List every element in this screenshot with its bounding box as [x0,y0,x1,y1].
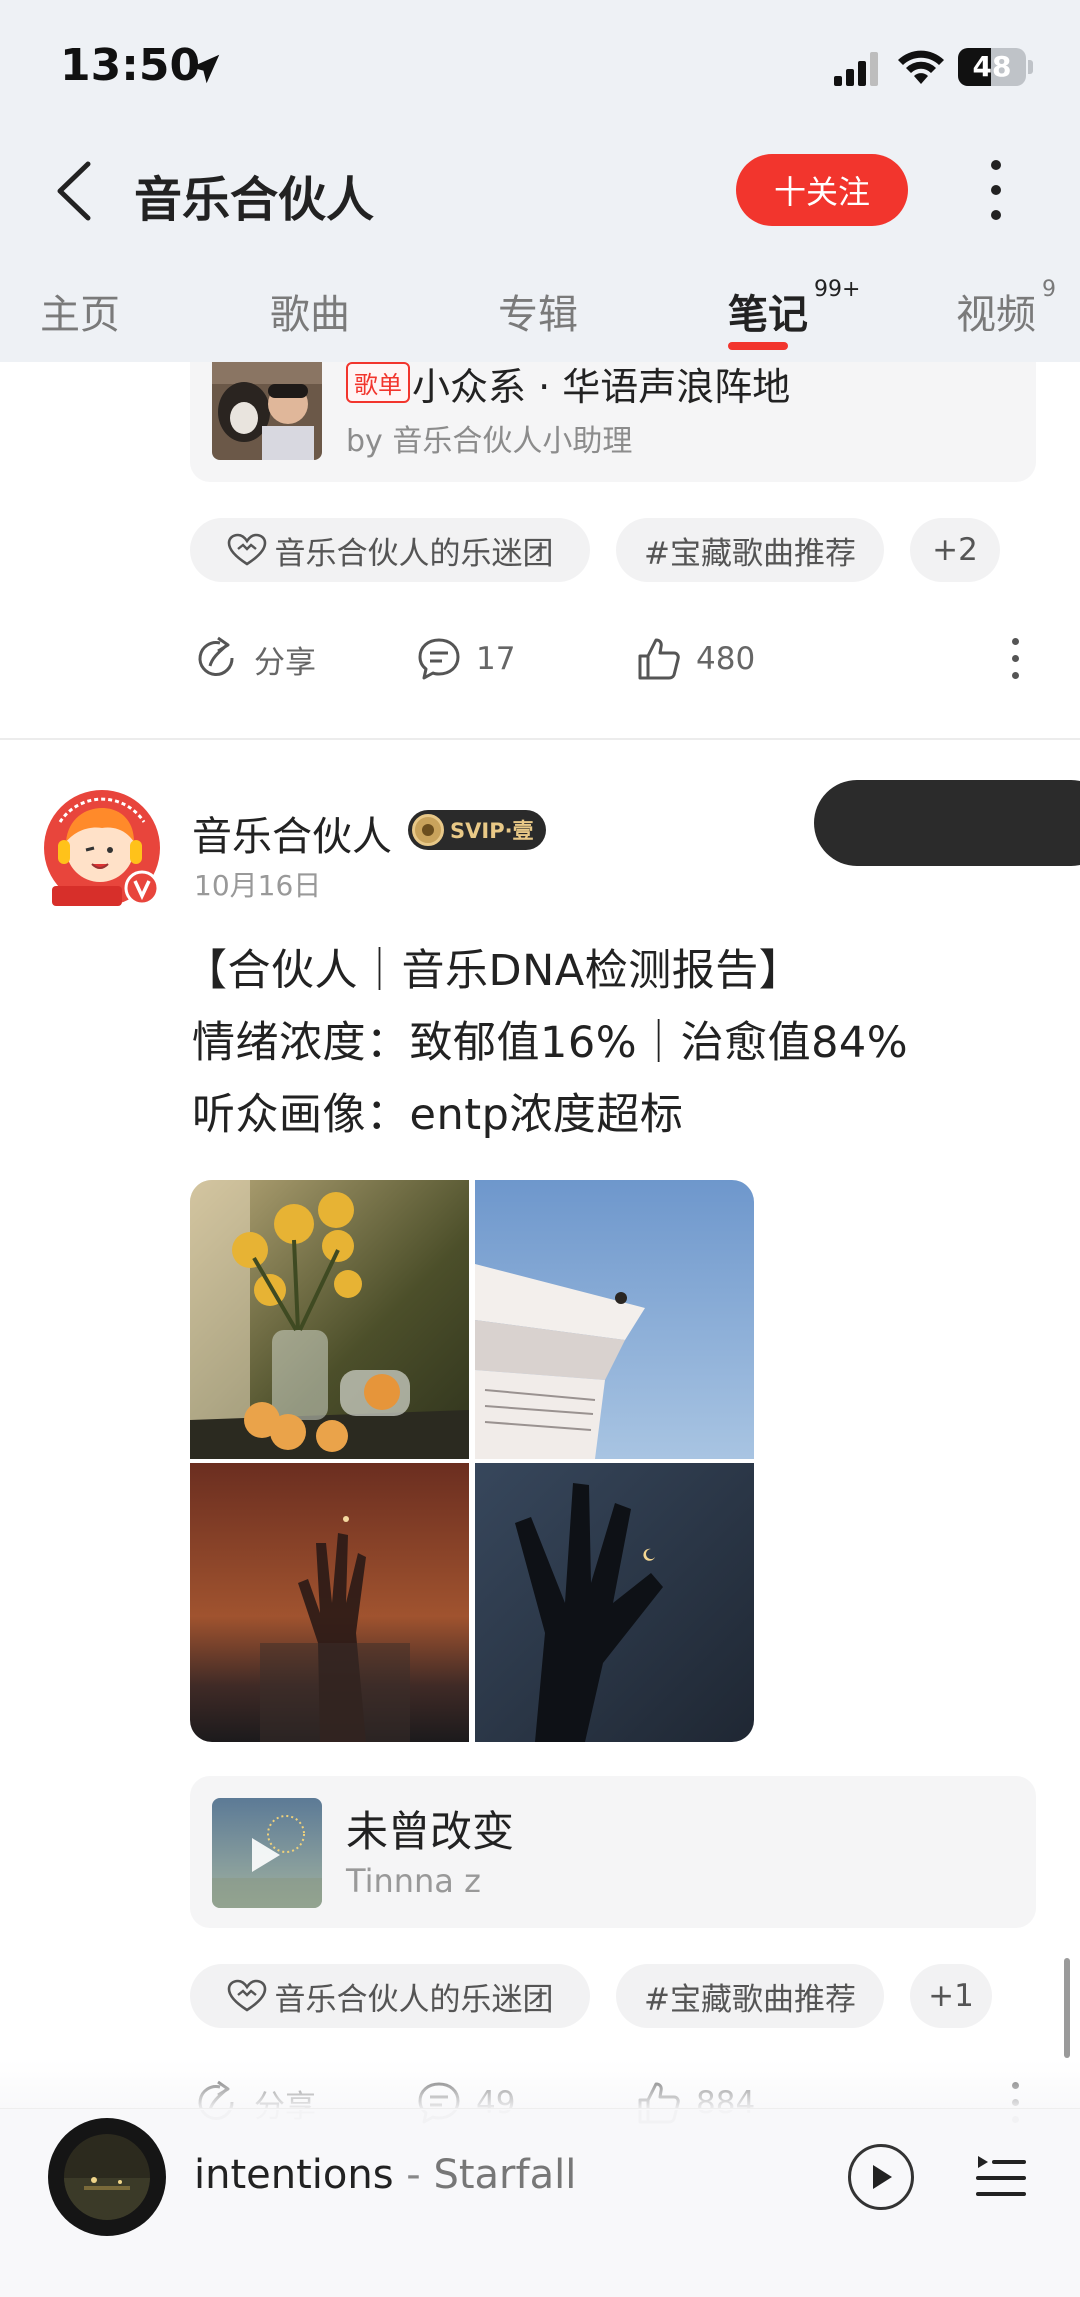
location-arrow-icon [190,54,220,84]
share-icon [198,636,234,676]
tab-albums[interactable]: 专辑 [498,282,578,340]
photo-building[interactable] [475,1180,754,1459]
fan-heart-icon [227,1979,266,2012]
more-tags-label: +2 [932,532,978,568]
now-playing-title: intentions [194,2152,394,2198]
fan-heart-icon [227,533,266,566]
playlist-type-badge: 歌单 [346,362,410,403]
fan-club-chip-label: 音乐合伙人的乐迷团 [274,535,554,572]
page-title: 音乐合伙人 [134,172,375,228]
follow-button[interactable]: 十关注 [736,154,908,226]
floating-action-pill[interactable] [814,780,1080,866]
now-playing-separator: - [393,2152,434,2198]
svip-coin-icon [412,814,444,846]
playlist-queue-icon[interactable] [976,2152,1026,2200]
playlist-author: by 音乐合伙人小助理 [346,424,633,459]
battery-icon: 48 [958,48,1026,86]
share-action[interactable]: 分享 [194,636,316,682]
now-playing-cover [64,2134,150,2220]
post-text-line-1: 【合伙人｜音乐DNA检测报告】 [184,946,803,996]
author-avatar[interactable] [38,782,166,910]
song-card[interactable]: 未曾改变 Tinnna z [190,1776,1036,1928]
hashtag-chip[interactable]: #宝藏歌曲推荐 [616,1964,884,2028]
like-action[interactable]: 480 [636,636,755,682]
playlist-title: 小众系 · 华语声浪阵地 [412,365,791,409]
song-cover [212,1798,322,1908]
back-button[interactable] [50,158,100,224]
mini-player[interactable] [0,2108,1080,2297]
post-text-line-3: 听众画像：entp浓度超标 [192,1090,684,1140]
comment-action[interactable]: 17 [416,636,515,682]
now-playing-artist: Starfall [433,2152,577,2198]
post-date: 10月16日 [194,869,322,902]
thumbs-up-icon [638,638,680,680]
fan-club-chip[interactable]: 音乐合伙人的乐迷团 [190,1964,590,2028]
more-options-button[interactable] [980,154,1012,226]
post-text-line-2: 情绪浓度：致郁值16%｜治愈值84% [192,1018,909,1068]
comment-icon [418,638,460,680]
fan-club-chip-label: 音乐合伙人的乐迷团 [274,1981,554,2018]
playlist-cover [212,354,322,460]
post-divider [0,738,1080,740]
tab-notes[interactable]: 笔记99+ [728,277,860,340]
cellular-signal-icon [834,52,878,86]
scrollbar[interactable] [1064,1958,1070,2058]
player-fade [0,2060,1080,2110]
more-tags-label: +1 [928,1978,974,2014]
photo-flowers[interactable] [190,1180,469,1459]
author-name[interactable]: 音乐合伙人 [192,804,392,862]
more-tags-chip[interactable]: +2 [910,518,1000,582]
active-tab-indicator [728,342,788,350]
like-count: 480 [696,641,756,677]
share-label: 分享 [254,644,316,681]
song-title: 未曾改变 [346,1807,515,1856]
top-header: 13:50 48 音乐合伙人 十关注 主页 歌曲 专辑 笔记99+ 视频9 [0,0,1080,362]
battery-level: 48 [972,50,1012,83]
now-playing-disc[interactable] [48,2118,166,2236]
tab-videos-badge: 9 [1042,276,1056,302]
tab-videos[interactable]: 视频9 [956,277,1056,340]
svip-badge: SVIP·壹 [408,810,546,850]
post-more-button[interactable] [1012,638,1022,679]
svip-badge-label: SVIP·壹 [450,819,534,843]
more-tags-chip[interactable]: +1 [910,1964,992,2028]
fan-club-chip[interactable]: 音乐合伙人的乐迷团 [190,518,590,582]
play-button[interactable] [848,2144,914,2210]
tab-songs[interactable]: 歌曲 [270,282,350,340]
song-artist: Tinnna z [346,1862,481,1900]
photo-hand-sunset[interactable] [190,1463,469,1742]
hashtag-chip-label: #宝藏歌曲推荐 [644,1981,856,2018]
photo-hand-moon[interactable] [475,1463,754,1742]
wifi-icon [898,50,944,84]
photo-grid [190,1180,754,1742]
tab-notes-badge: 99+ [814,276,861,302]
hashtag-chip-label: #宝藏歌曲推荐 [644,535,856,572]
hashtag-chip[interactable]: #宝藏歌曲推荐 [616,518,884,582]
status-time: 13:50 [60,40,201,91]
now-playing-text[interactable]: intentions - Starfall [194,2152,576,2198]
play-icon [873,2165,892,2189]
comment-count: 17 [476,641,516,677]
battery-nub [1028,60,1033,74]
tab-home[interactable]: 主页 [40,282,120,340]
